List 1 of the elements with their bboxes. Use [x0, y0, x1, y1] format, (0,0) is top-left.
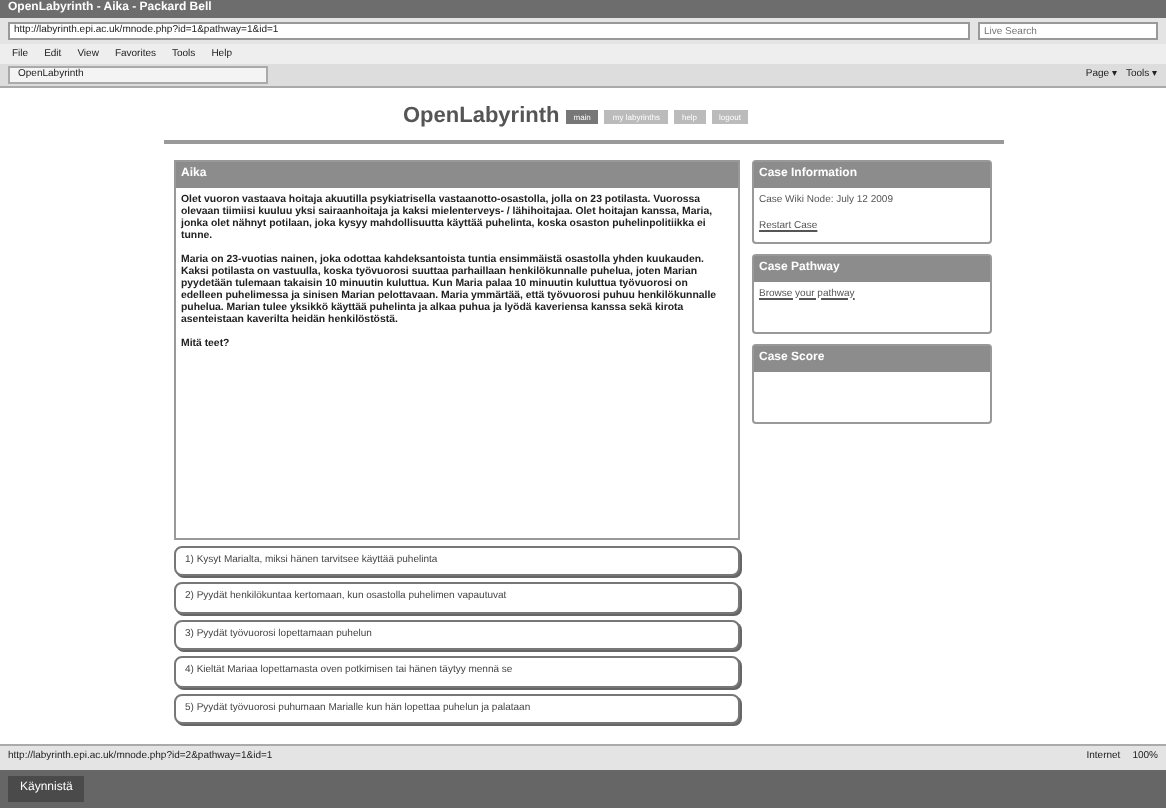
site-logo: OpenLabyrinth [403, 102, 560, 132]
